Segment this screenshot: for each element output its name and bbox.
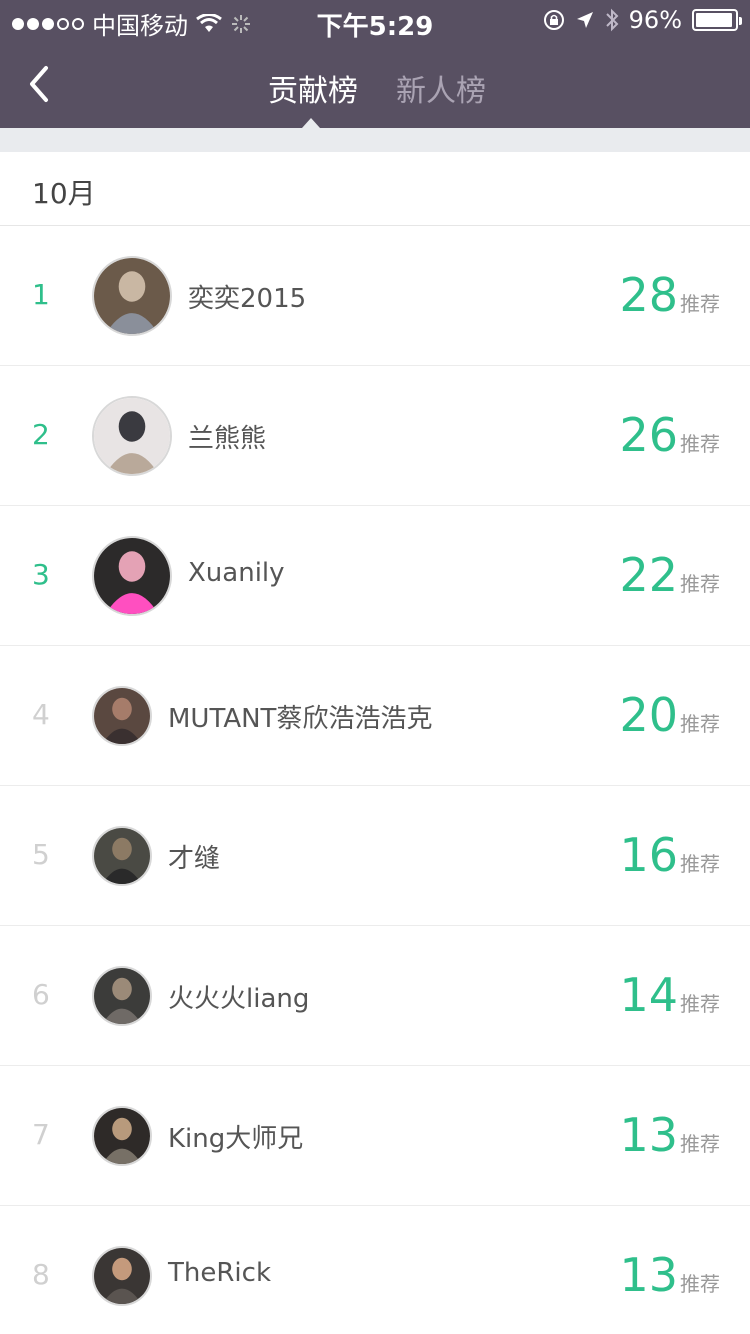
muscle-photo-avatar[interactable]	[92, 686, 152, 746]
user-name[interactable]: 兰熊熊	[188, 418, 266, 455]
rotation-lock-icon	[543, 10, 564, 30]
navigation-bar: 贡献榜 新人榜	[0, 40, 750, 128]
battery-percent: 96%	[628, 6, 682, 34]
ranking-row[interactable]: 3 Xuanily 22 推荐	[0, 506, 750, 646]
gym-photo-avatar[interactable]	[92, 256, 172, 336]
user-name[interactable]: 奕奕2015	[188, 278, 306, 315]
ranking-row[interactable]: 8 TheRick 13 推荐	[0, 1206, 750, 1334]
rank-number: 3	[32, 558, 50, 591]
score-value: 14	[619, 968, 678, 1022]
user-name[interactable]: 才缝	[168, 838, 220, 875]
score-unit: 推荐	[680, 292, 720, 316]
tab-bar: 贡献榜 新人榜	[0, 40, 750, 128]
gym-photo-avatar[interactable]	[92, 826, 152, 886]
bluetooth-icon	[605, 8, 619, 32]
score-unit: 推荐	[680, 1132, 720, 1156]
recommend-score: 20 推荐	[619, 688, 720, 742]
ranking-row[interactable]: 7 King大师兄 13 推荐	[0, 1066, 750, 1206]
status-bar: 中国移动 下午5:29 96%	[0, 0, 750, 42]
portrait-photo-avatar[interactable]	[92, 536, 172, 616]
workout-photo-avatar[interactable]	[92, 1106, 152, 1166]
fitness-photo-avatar[interactable]	[92, 396, 172, 476]
rank-number: 7	[32, 1118, 50, 1151]
score-value: 20	[619, 688, 678, 742]
tab-contribution[interactable]: 贡献榜	[268, 66, 358, 110]
score-unit: 推荐	[680, 992, 720, 1016]
ranking-row[interactable]: 5 才缝 16 推荐	[0, 786, 750, 926]
section-divider	[0, 128, 750, 152]
month-header: 10月	[0, 152, 750, 226]
rank-number: 5	[32, 838, 50, 871]
user-name[interactable]: 火火火liang	[168, 978, 309, 1015]
rank-number: 6	[32, 978, 50, 1011]
score-unit: 推荐	[680, 432, 720, 456]
rank-number: 4	[32, 698, 50, 731]
user-name[interactable]: Xuanily	[188, 558, 285, 588]
rank-number: 1	[32, 278, 50, 311]
user-name[interactable]: MUTANT蔡欣浩浩浩克	[168, 698, 432, 735]
score-value: 28	[619, 268, 678, 322]
score-unit: 推荐	[680, 852, 720, 876]
ranking-row[interactable]: 2 兰熊熊 26 推荐	[0, 366, 750, 506]
recommend-score: 28 推荐	[619, 268, 720, 322]
status-right: 96%	[543, 6, 742, 34]
score-unit: 推荐	[680, 572, 720, 596]
ranking-row[interactable]: 6 火火火liang 14 推荐	[0, 926, 750, 1066]
battery-icon	[692, 9, 742, 31]
gym-photo-avatar[interactable]	[92, 966, 152, 1026]
score-value: 26	[619, 408, 678, 462]
tab-newcomer[interactable]: 新人榜	[396, 66, 486, 110]
ranking-row[interactable]: 4 MUTANT蔡欣浩浩浩克 20 推荐	[0, 646, 750, 786]
rank-number: 2	[32, 418, 50, 451]
recommend-score: 16 推荐	[619, 828, 720, 882]
location-arrow-icon	[576, 12, 593, 28]
score-unit: 推荐	[680, 1272, 720, 1296]
score-unit: 推荐	[680, 712, 720, 736]
selfie-photo-avatar[interactable]	[92, 1246, 152, 1306]
recommend-score: 13 推荐	[619, 1248, 720, 1302]
top-bar: 中国移动 下午5:29 96% 贡献榜 新人榜	[0, 0, 750, 128]
user-name[interactable]: TheRick	[168, 1258, 271, 1288]
battery-fill	[696, 13, 733, 27]
month-label: 10月	[32, 177, 96, 210]
score-value: 13	[619, 1248, 678, 1302]
ranking-list: 1 奕奕2015 28 推荐 2 兰熊熊 26 推荐 3 Xuanily 22 推荐 4 MUTANT蔡欣…	[0, 226, 750, 1334]
active-tab-indicator	[302, 118, 320, 128]
recommend-score: 13 推荐	[619, 1108, 720, 1162]
score-value: 22	[619, 548, 678, 602]
ranking-row[interactable]: 1 奕奕2015 28 推荐	[0, 226, 750, 366]
recommend-score: 26 推荐	[619, 408, 720, 462]
recommend-score: 14 推荐	[619, 968, 720, 1022]
user-name[interactable]: King大师兄	[168, 1118, 303, 1155]
recommend-score: 22 推荐	[619, 548, 720, 602]
score-value: 16	[619, 828, 678, 882]
score-value: 13	[619, 1108, 678, 1162]
rank-number: 8	[32, 1258, 50, 1291]
